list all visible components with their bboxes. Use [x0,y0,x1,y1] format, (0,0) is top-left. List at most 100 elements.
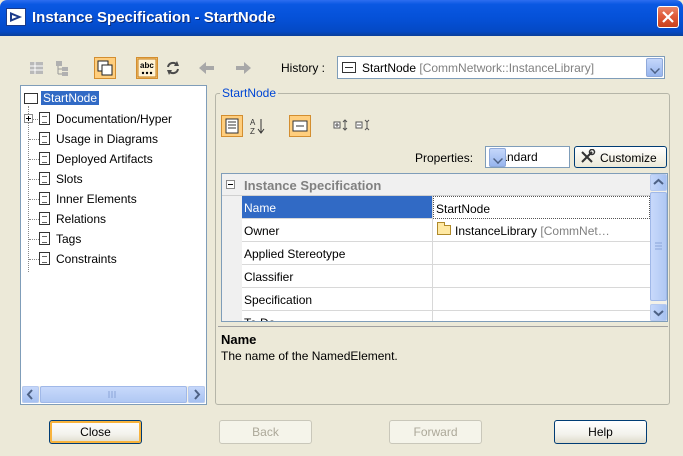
sort-alpha-icon[interactable]: A Z [247,115,269,137]
forward-arrow-icon[interactable] [232,57,254,79]
property-row-name[interactable]: Name StartNode [222,196,650,219]
tree-connector [29,139,39,140]
close-window-button[interactable] [657,6,679,28]
grip-icon [108,391,116,398]
property-grid: Instance Specification Name StartNode Ow… [221,173,668,322]
title-bar[interactable]: Instance Specification - StartNode [0,0,683,36]
chevron-down-icon [653,310,664,317]
property-key-text: Applied Stereotype [244,247,346,261]
window-title: Instance Specification - StartNode [32,9,276,26]
row-gutter [222,288,242,311]
element-icon [24,93,38,104]
property-row-classifier[interactable]: Classifier [222,265,650,288]
tree-connector [29,179,39,180]
property-key: To Do [242,311,433,321]
document-icon [39,152,50,165]
row-gutter [222,219,242,242]
scroll-up-button[interactable] [650,174,667,191]
back-button[interactable]: Back [219,420,312,444]
tree-connector [29,219,39,220]
property-row-specification[interactable]: Specification [222,288,650,311]
scroll-down-button[interactable] [650,304,667,321]
close-button[interactable]: Close [49,420,142,444]
scroll-left-button[interactable] [22,386,39,403]
scroll-right-button[interactable] [188,386,205,403]
svg-text:Z: Z [250,127,255,136]
name-value-field[interactable]: StartNode [433,196,650,219]
history-label: History : [281,61,326,75]
customize-label: Customize [600,151,657,165]
owner-value-field[interactable]: InstanceLibrary [CommNet… [433,219,650,242]
tree-connector [29,259,39,260]
description-panel: Name The name of the NamedElement. [218,326,668,402]
forward-button[interactable]: Forward [389,420,482,444]
chevron-down-icon[interactable] [646,58,663,77]
tree-connector [29,159,39,160]
folder-icon [437,222,451,235]
document-icon [39,132,50,145]
row-gutter [222,196,242,219]
expand-all-icon[interactable] [330,115,352,137]
scroll-thumb[interactable] [40,386,187,403]
property-key-text: Specification [244,293,313,307]
element-icon [342,62,356,73]
document-icon [39,232,50,245]
expand-icon[interactable] [24,114,33,123]
tree-connector [29,199,39,200]
property-key-text: To Do [244,316,275,321]
grip-icon [655,242,662,250]
spell-check-label: abc [140,61,154,70]
property-key: Applied Stereotype [242,242,433,265]
history-combo[interactable]: StartNode [CommNetwork::InstanceLibrary] [337,56,665,79]
tree-connector [33,119,38,120]
collapse-all-icon[interactable] [352,115,374,137]
property-key-text: Owner [244,224,280,238]
help-button[interactable]: Help [554,420,647,444]
tree-horizontal-scrollbar[interactable] [22,386,205,403]
copy-icon[interactable] [94,57,116,79]
property-key-text: Classifier [244,270,294,284]
tree-connector [28,106,29,272]
section-title: Instance Specification [244,178,382,193]
property-value-field[interactable] [433,265,650,288]
tree-connector [29,239,39,240]
property-key-text: Name [244,201,277,215]
spell-check-icon[interactable]: abc [136,57,158,79]
document-icon [39,252,50,265]
property-value-field[interactable] [433,242,650,265]
categorized-icon[interactable] [221,115,243,137]
grid-vertical-scrollbar[interactable] [650,174,667,321]
section-header[interactable]: Instance Specification [222,174,650,196]
document-icon [39,112,50,125]
scroll-thumb[interactable] [650,192,667,301]
element-filter-icon[interactable] [289,115,311,137]
property-value-field[interactable] [433,311,650,321]
description-text: The name of the NamedElement. [221,349,398,363]
back-arrow-icon[interactable] [196,57,218,79]
row-gutter [222,242,242,265]
tree-icon[interactable] [52,57,74,79]
property-key: Owner [242,219,433,242]
document-icon [39,172,50,185]
refresh-icon[interactable] [162,57,184,79]
row-gutter [222,311,242,321]
history-value: StartNode [CommNetwork::InstanceLibrary] [362,61,595,75]
collapse-icon[interactable] [226,180,235,189]
chevron-down-icon[interactable] [489,148,506,167]
description-title: Name [221,332,257,347]
property-key: Classifier [242,265,433,288]
property-row-to-do[interactable]: To Do [222,311,650,321]
property-key: Name [242,196,433,219]
row-gutter [222,265,242,288]
grid-icon[interactable] [26,57,48,79]
close-icon [662,11,674,23]
customize-button[interactable]: Customize [574,146,667,168]
toolbar: abc History : StartNode [CommNetwork::In… [0,36,683,84]
property-row-owner[interactable]: Owner InstanceLibrary [CommNet… [222,219,650,242]
chevron-left-icon [26,389,33,400]
property-key: Specification [242,288,433,311]
properties-select[interactable]: Standard [485,146,570,168]
property-row-applied-stereotype[interactable]: Applied Stereotype [222,242,650,265]
tools-icon [581,149,596,163]
property-value-field[interactable] [433,288,650,311]
